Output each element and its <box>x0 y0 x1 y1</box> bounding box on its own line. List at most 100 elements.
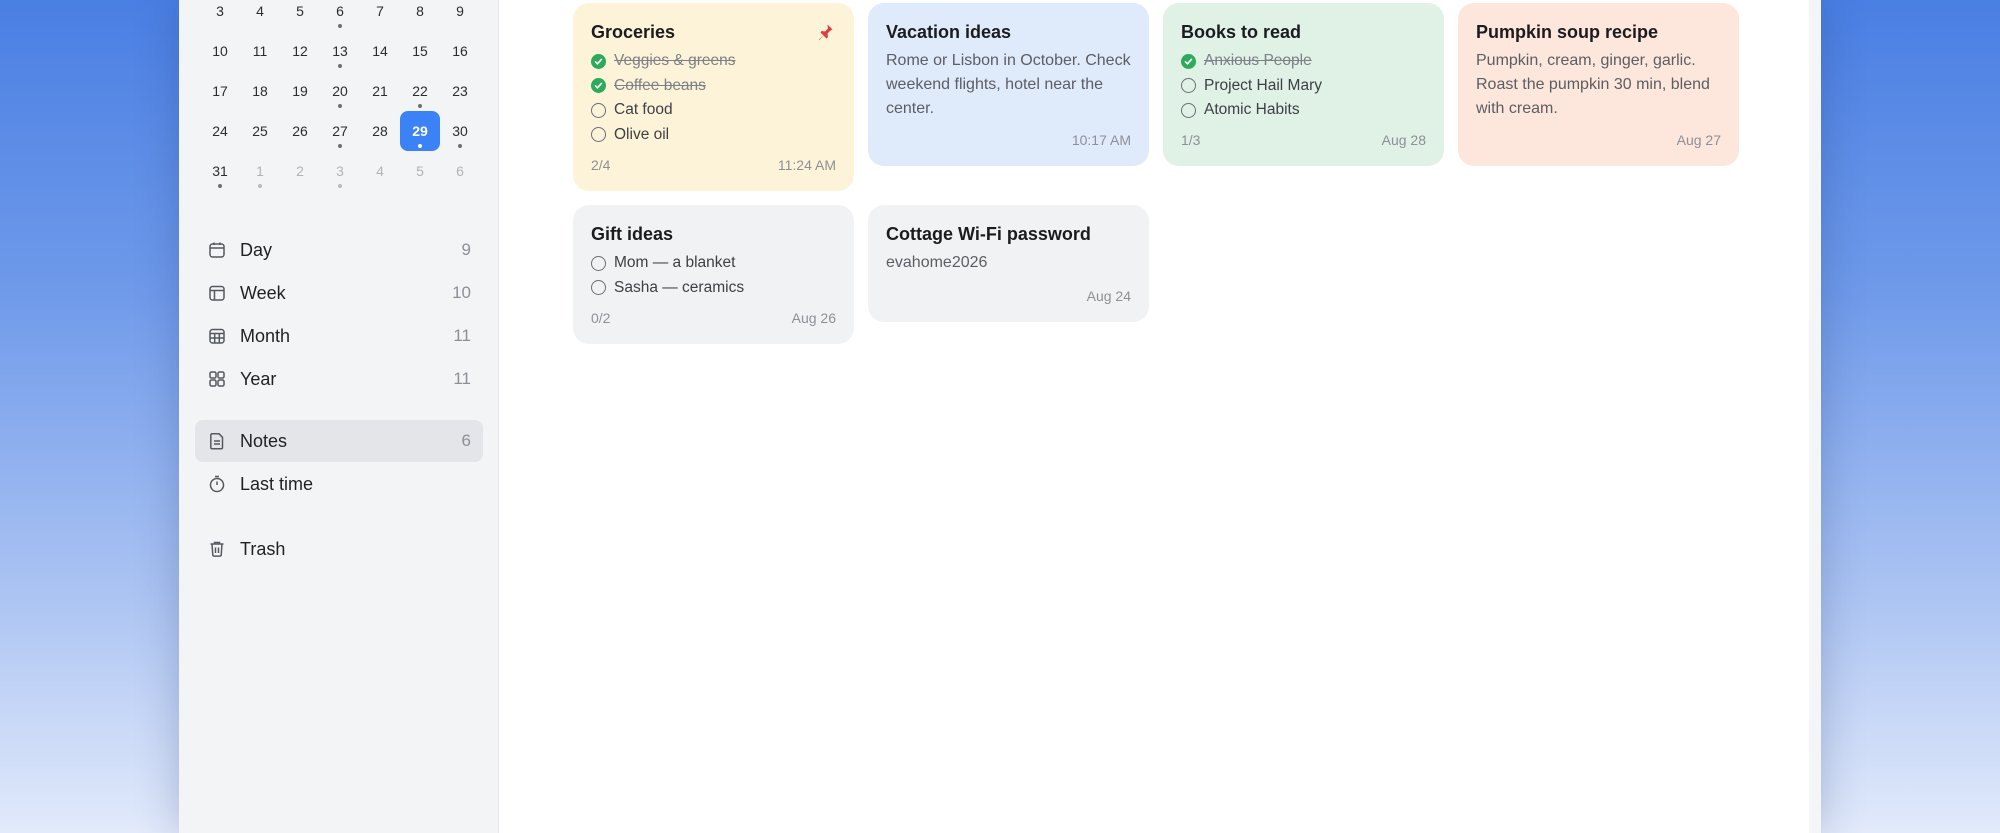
calendar-day[interactable]: 7 <box>360 0 400 40</box>
nav-item-year[interactable]: Year 11 <box>195 358 483 400</box>
calendar-day-number: 21 <box>372 83 388 99</box>
calendar-day-number: 16 <box>452 43 468 59</box>
calendar-day-today[interactable]: 29 <box>400 111 440 160</box>
calendar-month-icon <box>207 326 227 346</box>
note-footer: 0/2 Aug 26 <box>591 310 836 326</box>
nav-item-notes[interactable]: Notes 6 <box>195 420 483 462</box>
window-edge <box>1809 0 1821 833</box>
calendar-day[interactable]: 4 <box>360 160 400 200</box>
calendar-day-number: 4 <box>376 163 384 179</box>
calendar-day[interactable]: 2 <box>280 160 320 200</box>
checked-circle-icon[interactable] <box>591 78 606 94</box>
unchecked-circle-icon[interactable] <box>1181 102 1196 118</box>
app-window: 3 4 5 6 7 8 9 10 11 12 13 14 15 16 17 18 19 20 21 22 23 24 25 2… <box>179 0 1821 833</box>
unchecked-circle-icon[interactable] <box>591 127 606 143</box>
nav-label: Trash <box>240 538 286 559</box>
calendar-day[interactable]: 9 <box>440 0 480 40</box>
calendar-day[interactable]: 21 <box>360 80 400 120</box>
calendar-day[interactable]: 31 <box>200 160 240 200</box>
calendar-day[interactable]: 12 <box>280 40 320 80</box>
checklist-item[interactable]: Cat food <box>591 98 836 123</box>
calendar-day[interactable]: 14 <box>360 40 400 80</box>
note-card[interactable]: Gift ideas Mom — a blanket Sasha — ceramic… <box>573 205 854 344</box>
unchecked-circle-icon[interactable] <box>591 255 606 271</box>
calendar-day[interactable]: 5 <box>400 160 440 200</box>
pin-icon[interactable] <box>818 23 834 41</box>
checklist-item[interactable]: Sasha — ceramics <box>591 276 836 301</box>
calendar-day[interactable]: 1 <box>240 160 280 200</box>
calendar-day[interactable]: 6 <box>440 160 480 200</box>
calendar-day[interactable]: 3 <box>320 160 360 200</box>
calendar-day-number: 2 <box>296 163 304 179</box>
checklist-item-text: Atomic Habits <box>1204 101 1300 119</box>
unchecked-circle-icon[interactable] <box>591 102 606 118</box>
calendar-day[interactable]: 15 <box>400 40 440 80</box>
note-body: Pumpkin, cream, ginger, garlic. Roast th… <box>1476 52 1710 117</box>
trash-icon <box>207 539 227 559</box>
note-card[interactable]: Vacation ideas Rome or Lisbon in October.… <box>868 3 1149 166</box>
note-card[interactable]: Groceries Veggies & greens Coffee beans Cat… <box>573 3 854 191</box>
unchecked-circle-icon[interactable] <box>591 280 606 296</box>
note-footer: 1/3 Aug 28 <box>1181 132 1426 148</box>
note-body: Rome or Lisbon in October. Check weekend… <box>886 52 1131 117</box>
calendar-day-number: 8 <box>416 3 424 19</box>
stopwatch-icon <box>207 474 227 494</box>
nav-item-day[interactable]: Day 9 <box>195 229 483 271</box>
checklist: Anxious People Project Hail Mary Atomic Ha… <box>1181 49 1426 123</box>
note-footer: Aug 24 <box>886 288 1131 304</box>
nav-item-last-time[interactable]: Last time <box>195 463 483 505</box>
calendar-day[interactable]: 8 <box>400 0 440 40</box>
calendar-day[interactable]: 30 <box>440 120 480 160</box>
note-title: Books to read <box>1181 22 1302 42</box>
checklist-item[interactable]: Mom — a blanket <box>591 251 836 276</box>
note-timestamp: Aug 27 <box>1676 132 1721 148</box>
calendar-day-number: 15 <box>412 43 428 59</box>
calendar-day[interactable]: 23 <box>440 80 480 120</box>
calendar-day[interactable]: 28 <box>360 120 400 160</box>
note-card[interactable]: Pumpkin soup recipe Pumpkin, cream, ginge… <box>1458 3 1739 166</box>
checked-circle-icon[interactable] <box>1181 53 1196 69</box>
nav-count: 9 <box>461 240 471 259</box>
calendar-day[interactable]: 18 <box>240 80 280 120</box>
mini-calendar: 3 4 5 6 7 8 9 10 11 12 13 14 15 16 17 18 19 20 21 22 23 24 25 2… <box>200 0 480 200</box>
calendar-day[interactable]: 13 <box>320 40 360 80</box>
calendar-day[interactable]: 11 <box>240 40 280 80</box>
calendar-day[interactable]: 25 <box>240 120 280 160</box>
calendar-day[interactable]: 3 <box>200 0 240 40</box>
calendar-day[interactable]: 17 <box>200 80 240 120</box>
calendar-day[interactable]: 26 <box>280 120 320 160</box>
nav-item-week[interactable]: Week 10 <box>195 272 483 314</box>
note-footer: Aug 27 <box>1476 132 1721 148</box>
calendar-day-number: 30 <box>452 123 468 139</box>
checklist-item[interactable]: Atomic Habits <box>1181 98 1426 123</box>
note-timestamp: Aug 24 <box>1086 288 1131 304</box>
calendar-day[interactable]: 6 <box>320 0 360 40</box>
nav-item-month[interactable]: Month 11 <box>195 315 483 357</box>
calendar-week-row: 3 4 5 6 7 8 9 <box>200 0 480 40</box>
checklist-item[interactable]: Olive oil <box>591 123 836 148</box>
note-card[interactable]: Cottage Wi-Fi password evahome2026 Aug 24 <box>868 205 1149 322</box>
calendar-day[interactable]: 5 <box>280 0 320 40</box>
calendar-day-number: 19 <box>292 83 308 99</box>
event-dot <box>338 64 342 68</box>
note-title: Cottage Wi-Fi password <box>886 224 1091 244</box>
calendar-day[interactable]: 10 <box>200 40 240 80</box>
checklist-item[interactable]: Veggies & greens <box>591 49 836 74</box>
note-card[interactable]: Books to read Anxious People Project Hail … <box>1163 3 1444 166</box>
calendar-day[interactable]: 4 <box>240 0 280 40</box>
unchecked-circle-icon[interactable] <box>1181 78 1196 94</box>
note-progress: 0/2 <box>591 310 611 326</box>
event-dot <box>418 104 422 108</box>
checklist-item[interactable]: Coffee beans <box>591 74 836 99</box>
calendar-day[interactable]: 20 <box>320 80 360 120</box>
checked-circle-icon[interactable] <box>591 53 606 69</box>
note-timestamp: Aug 26 <box>791 310 836 326</box>
calendar-day[interactable]: 24 <box>200 120 240 160</box>
calendar-day[interactable]: 16 <box>440 40 480 80</box>
checklist-item[interactable]: Anxious People <box>1181 49 1426 74</box>
checklist-item[interactable]: Project Hail Mary <box>1181 74 1426 99</box>
nav-item-trash[interactable]: Trash <box>195 528 483 570</box>
calendar-day[interactable]: 19 <box>280 80 320 120</box>
calendar-day[interactable]: 27 <box>320 120 360 160</box>
calendar-day-number: 17 <box>212 83 228 99</box>
